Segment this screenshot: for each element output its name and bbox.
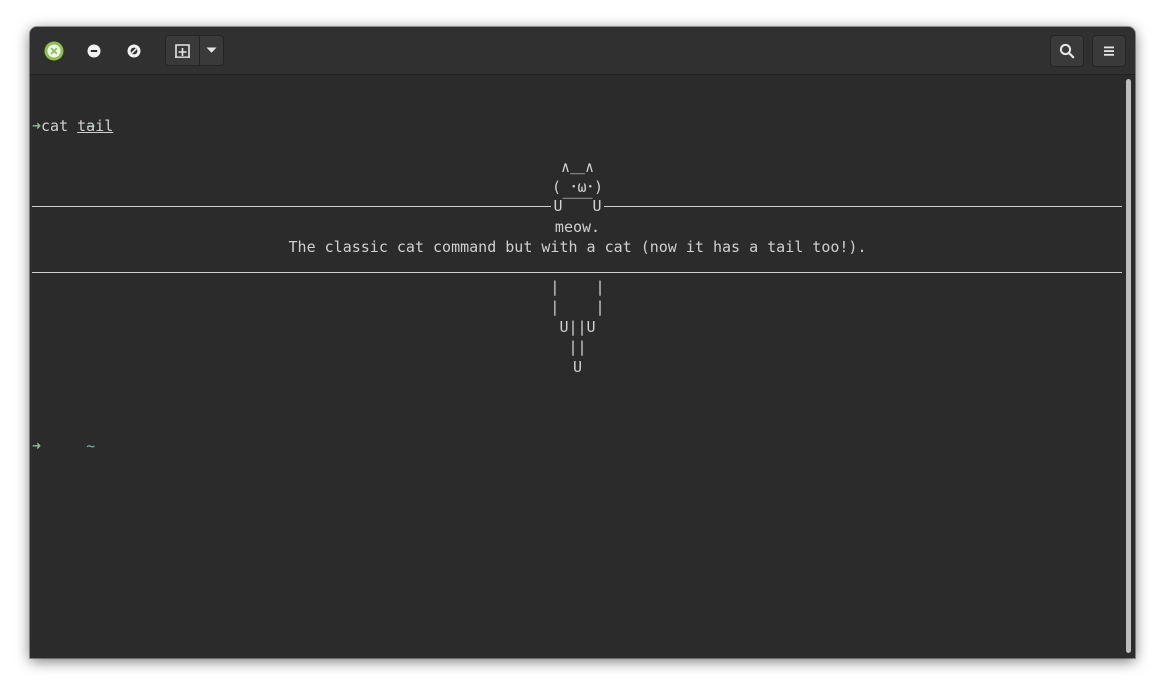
command-line: ➜cat tail	[32, 116, 113, 136]
cat-feet: U||U	[559, 318, 596, 336]
minimize-icon[interactable]	[84, 41, 104, 61]
cat-paws-text: U￣￣U	[551, 197, 604, 215]
cat-paws: U￣￣U	[30, 196, 1125, 216]
cat-face: ( ･ω･)	[551, 178, 604, 196]
maximize-icon[interactable]	[124, 41, 144, 61]
scrollbar[interactable]	[1126, 79, 1131, 653]
search-icon	[1059, 43, 1075, 59]
terminal-output[interactable]: ~ ➜cat tail ∧＿∧ ( ･ω･) U￣￣U meow. The cl…	[30, 75, 1125, 658]
prompt-2-line: ➜	[32, 436, 41, 456]
header-bar	[30, 27, 1135, 75]
chevron-down-icon	[206, 47, 217, 53]
new-tab-icon	[175, 44, 190, 58]
close-icon[interactable]	[44, 41, 64, 61]
prompt-1: ~	[32, 96, 95, 135]
new-tab-dropdown-button[interactable]	[200, 36, 223, 65]
bottom-divider-line	[32, 272, 1122, 273]
hamburger-menu-icon	[1104, 46, 1114, 56]
terminal-window: ~ ➜cat tail ∧＿∧ ( ･ω･) U￣￣U meow. The cl…	[30, 27, 1135, 658]
cat-legs-1: | |	[550, 278, 605, 296]
cat-legs-2: | |	[550, 298, 605, 316]
message-text: The classic cat command but with a cat (…	[288, 238, 867, 256]
command-argument: tail	[77, 117, 114, 135]
cat-tail: ||	[568, 338, 587, 356]
prompt-2-arrow: ➜	[32, 437, 42, 455]
command-text: cat	[41, 117, 69, 135]
cat-tail-end: U	[572, 358, 583, 376]
prompt-2: ~	[32, 416, 95, 455]
prompt-arrow: ➜	[32, 117, 42, 135]
cat-ears: ∧＿∧	[560, 158, 595, 176]
new-tab-button[interactable]	[166, 36, 200, 65]
menu-button[interactable]	[1092, 35, 1126, 67]
prompt-2-directory: ~	[86, 437, 96, 455]
new-tab-button-group	[165, 35, 224, 66]
meow-text: meow.	[554, 218, 601, 236]
search-button[interactable]	[1050, 35, 1084, 67]
